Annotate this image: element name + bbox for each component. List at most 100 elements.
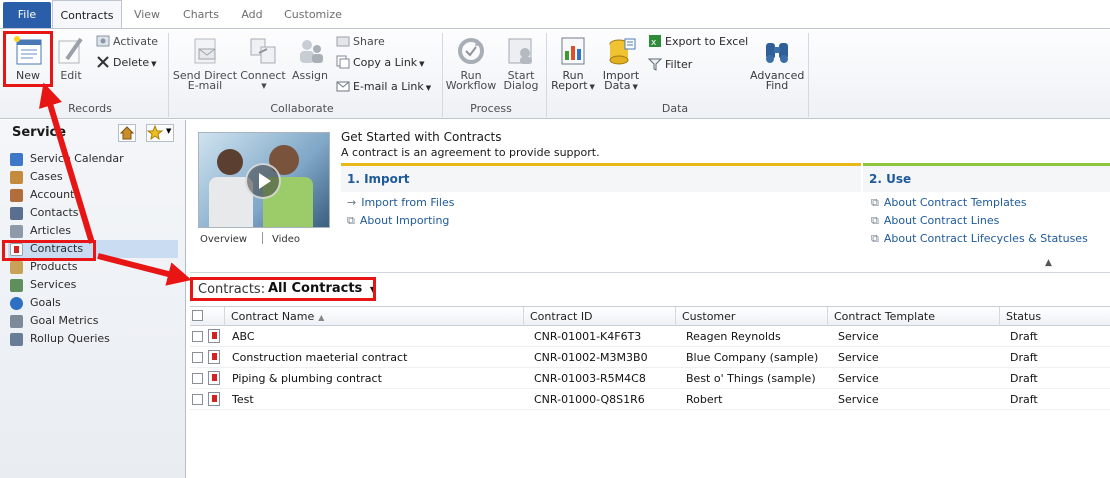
row-checkbox[interactable] (192, 373, 203, 384)
row-checkbox[interactable] (192, 352, 203, 363)
row-checkbox[interactable] (192, 394, 203, 405)
connect-button[interactable]: Connect ▼ (240, 35, 286, 91)
divider (190, 272, 1110, 273)
sort-ascending-icon: ▲ (318, 313, 325, 322)
group-label-records: Records (68, 102, 112, 115)
send-direct-email-button[interactable]: Send Direct E-mail (172, 35, 238, 91)
get-started-description: A contract is an agreement to provide su… (341, 146, 600, 159)
video-thumbnail[interactable] (198, 132, 330, 228)
select-all-checkbox[interactable] (192, 310, 203, 321)
workflow-icon (455, 35, 487, 67)
sidebar-item-accounts[interactable]: Accounts (8, 186, 178, 204)
find-label: Find (765, 79, 789, 92)
copy-link-button[interactable]: Copy a Link ▼ (336, 54, 425, 72)
sidebar-item-contacts[interactable]: Contacts (8, 204, 178, 222)
group-divider (546, 33, 547, 117)
table-row[interactable]: ABC CNR-01001-K4F6T3 Reagen Reynolds Ser… (190, 326, 1110, 347)
chevron-down-icon: ▼ (261, 82, 267, 90)
binoculars-icon (761, 35, 793, 67)
column-header-status[interactable]: Status (999, 307, 1110, 326)
assign-button[interactable]: Assign (290, 35, 330, 81)
cell-contract-template: Service (838, 393, 879, 406)
advanced-find-button[interactable]: Advanced Find (750, 35, 804, 91)
column-header-contract-id[interactable]: Contract ID (523, 307, 675, 326)
popup-icon: ⧉ (871, 232, 879, 245)
share-button[interactable]: Share (336, 33, 385, 51)
video-tab-overview[interactable]: Overview (200, 234, 247, 245)
articles-icon (10, 225, 23, 238)
tab-file[interactable]: File (3, 2, 51, 28)
column-header-contract-template[interactable]: Contract Template (827, 307, 999, 326)
export-excel-button[interactable]: x Export to Excel (648, 33, 748, 51)
popup-icon: ⧉ (347, 214, 355, 227)
popup-icon: ⧉ (871, 214, 879, 227)
edit-button[interactable]: Edit (52, 35, 90, 81)
cell-contract-id: CNR-01001-K4F6T3 (534, 330, 642, 343)
link-about-importing[interactable]: ⧉ About Importing (347, 214, 449, 228)
sidebar-item-service-calendar[interactable]: Service Calendar (8, 150, 178, 168)
table-row[interactable]: Piping & plumbing contract CNR-01003-R5M… (190, 368, 1110, 389)
sidebar-item-goals[interactable]: Goals (8, 294, 178, 312)
play-icon[interactable] (245, 163, 281, 199)
import-data-button[interactable]: Import Data ▼ (600, 35, 642, 92)
popup-icon: ⧉ (871, 196, 879, 209)
contract-record-icon (208, 350, 220, 364)
run-workflow-button[interactable]: Run Workflow (444, 35, 498, 91)
cell-contract-name[interactable]: Piping & plumbing contract (232, 368, 382, 389)
group-divider (442, 33, 443, 117)
sidebar: Service ▼ Service Calendar Cases Account… (0, 120, 186, 478)
accounts-icon (10, 189, 23, 202)
table-row[interactable]: Construction maeterial contract CNR-0100… (190, 347, 1110, 368)
tab-contracts[interactable]: Contracts (52, 0, 122, 29)
cell-customer: Reagen Reynolds (686, 330, 781, 343)
tab-charts[interactable]: Charts (176, 0, 226, 29)
cell-contract-name[interactable]: Construction maeterial contract (232, 347, 407, 368)
sidebar-item-rollup-queries[interactable]: Rollup Queries (8, 330, 178, 348)
link-about-contract-lines[interactable]: ⧉ About Contract Lines (871, 214, 999, 228)
sidebar-item-services[interactable]: Services (8, 276, 178, 294)
column-header-customer[interactable]: Customer (675, 307, 827, 326)
activate-button[interactable]: Activate (96, 33, 158, 51)
delete-button[interactable]: Delete ▼ (96, 54, 157, 72)
filter-button[interactable]: Filter (647, 56, 692, 74)
tab-view[interactable]: View (124, 0, 170, 29)
cell-customer: Blue Company (sample) (686, 351, 819, 364)
ribbon: New Edit Activate Delete ▼ Records Send D… (0, 28, 1110, 119)
goals-icon (10, 297, 23, 310)
home-button[interactable] (118, 124, 136, 142)
cell-contract-name[interactable]: Test (232, 389, 254, 410)
cases-icon (10, 171, 23, 184)
cell-status: Draft (1010, 351, 1038, 364)
tab-add[interactable]: Add (232, 0, 272, 29)
table-row[interactable]: Test CNR-01000-Q8S1R6 Robert Service Dra… (190, 389, 1110, 410)
dialog-label: Dialog (503, 79, 539, 92)
cell-customer: Robert (686, 393, 723, 406)
report-icon (557, 35, 589, 67)
email-link-button[interactable]: E-mail a Link ▼ (336, 78, 431, 96)
chevron-down-icon: ▼ (632, 83, 638, 91)
group-label-data: Data (661, 102, 689, 115)
link-import-from-files[interactable]: → Import from Files (347, 196, 454, 209)
group-divider (808, 33, 809, 117)
workflow-label: Workflow (445, 79, 497, 92)
sidebar-item-goal-metrics[interactable]: Goal Metrics (8, 312, 178, 330)
link-about-contract-templates[interactable]: ⧉ About Contract Templates (871, 196, 1027, 210)
group-divider (168, 33, 169, 117)
link-about-contract-lifecycles[interactable]: ⧉ About Contract Lifecycles & Statuses (871, 232, 1088, 246)
rollup-queries-icon (10, 333, 23, 346)
excel-icon: x (648, 34, 662, 48)
sidebar-item-articles[interactable]: Articles (8, 222, 178, 240)
row-checkbox[interactable] (192, 331, 203, 342)
tab-customize[interactable]: Customize (278, 0, 348, 29)
email-label: E-mail (187, 79, 223, 92)
highlight-contracts-nav (2, 240, 96, 261)
start-dialog-button[interactable]: Start Dialog (500, 35, 542, 91)
run-report-button[interactable]: Run Report ▼ (550, 35, 596, 92)
video-tab-video[interactable]: Video (272, 234, 300, 245)
collapse-chevron-icon[interactable]: ▲ (1045, 258, 1052, 268)
sidebar-item-cases[interactable]: Cases (8, 168, 178, 186)
column-header-contract-name[interactable]: Contract Name ▲ (224, 307, 523, 326)
highlight-new-button (3, 31, 53, 87)
cell-contract-name[interactable]: ABC (232, 326, 255, 347)
favorites-button[interactable]: ▼ (146, 124, 174, 142)
